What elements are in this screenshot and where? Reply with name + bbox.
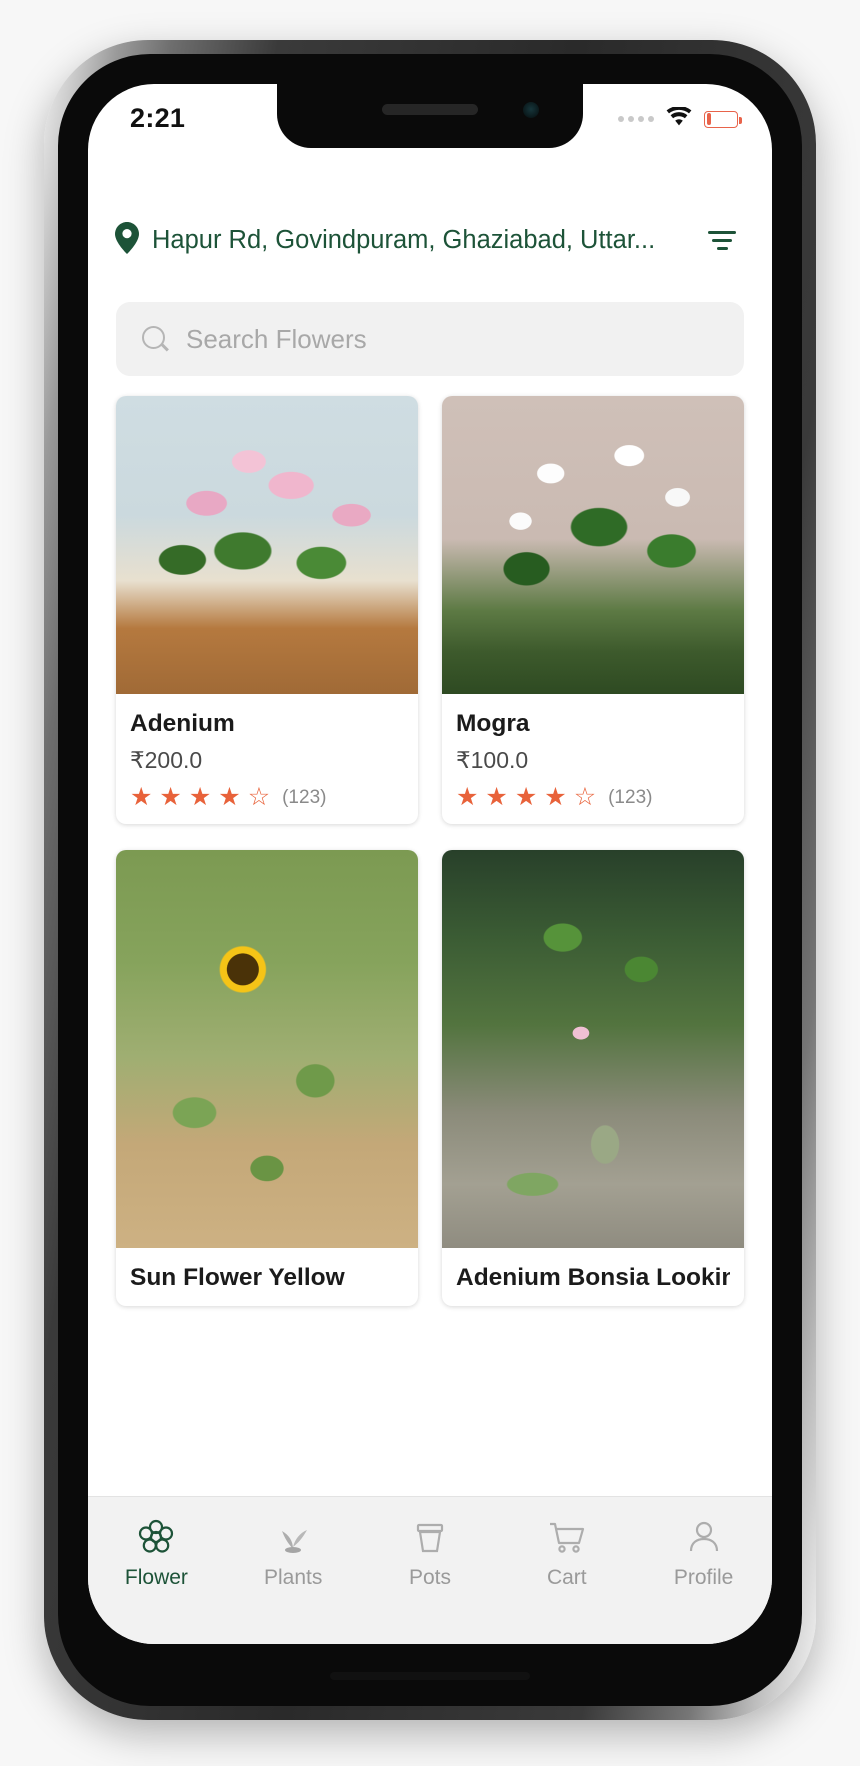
product-title: Mogra (456, 710, 530, 737)
product-rating[interactable]: ★ ★ ★ ★ ☆ (123) (456, 785, 730, 810)
location-address-text: Hapur Rd, Govindpuram, Ghaziabad, Uttar.… (152, 225, 656, 254)
star-filled-icon: ★ (218, 783, 241, 811)
product-title: Adenium Bonsia Looking (456, 1264, 730, 1291)
location-selector[interactable]: Hapur Rd, Govindpuram, Ghaziabad, Uttar.… (114, 221, 700, 260)
nav-item-profile[interactable]: Profile (635, 1517, 772, 1590)
status-indicators (618, 105, 742, 132)
bottom-navigation-bar: Flower Plants Pots Cart Profile (88, 1496, 772, 1644)
star-filled-icon: ★ (456, 783, 479, 811)
search-placeholder-text: Search Flowers (186, 323, 367, 354)
home-indicator[interactable] (330, 1672, 530, 1680)
phone-device-frame: 2:21 Hapur Rd, Govindpuram, Ghaziabad, U… (44, 40, 816, 1720)
nav-item-pots[interactable]: Pots (362, 1517, 499, 1590)
earpiece-speaker (382, 104, 478, 115)
battery-fill (706, 113, 711, 125)
product-card[interactable]: Mogra ₹100.0 ★ ★ ★ ★ ☆ (123) (442, 396, 744, 824)
filter-icon[interactable] (700, 223, 744, 258)
star-empty-icon: ☆ (247, 783, 271, 811)
flower-pot-icon (408, 1517, 452, 1557)
product-rating[interactable]: ★ ★ ★ ★ ☆ (123) (130, 785, 404, 810)
nav-label: Profile (673, 1566, 734, 1589)
product-card[interactable]: Adenium ₹200.0 ★ ★ ★ ★ ☆ (123) (116, 396, 418, 824)
phone-screen: 2:21 Hapur Rd, Govindpuram, Ghaziabad, U… (88, 84, 772, 1644)
product-grid: Adenium ₹200.0 ★ ★ ★ ★ ☆ (123) Mogra ₹10… (88, 376, 772, 1306)
device-notch (277, 84, 583, 148)
star-empty-icon: ☆ (573, 783, 597, 811)
product-info: Mogra ₹100.0 ★ ★ ★ ★ ☆ (123) (442, 694, 744, 824)
nav-item-plants[interactable]: Plants (225, 1517, 362, 1590)
star-filled-icon: ★ (130, 783, 153, 811)
product-info: Adenium Bonsia Looking (442, 1248, 744, 1306)
product-card[interactable]: Adenium Bonsia Looking (442, 850, 744, 1306)
product-image (442, 396, 744, 694)
product-card[interactable]: Sun Flower Yellow (116, 850, 418, 1306)
nav-label: Pots (408, 1566, 451, 1589)
product-image (116, 396, 418, 694)
product-title: Sun Flower Yellow (130, 1264, 345, 1291)
signal-strength-dots-icon (618, 116, 654, 122)
user-person-icon (682, 1517, 726, 1557)
nav-label: Plants (264, 1566, 323, 1589)
product-price: ₹100.0 (456, 747, 529, 773)
product-title: Adenium (130, 710, 235, 737)
star-filled-icon: ★ (514, 783, 538, 811)
product-info: Sun Flower Yellow (116, 1248, 418, 1306)
nav-label: Flower (124, 1566, 188, 1589)
battery-low-icon (704, 110, 742, 128)
review-count: (123) (282, 786, 327, 808)
product-price: ₹200.0 (130, 747, 203, 773)
review-count: (123) (608, 786, 653, 808)
nav-label: Cart (546, 1566, 587, 1589)
map-pin-icon (114, 221, 140, 260)
star-filled-icon: ★ (159, 783, 182, 811)
front-camera-icon (523, 102, 539, 118)
phone-bezel: 2:21 Hapur Rd, Govindpuram, Ghaziabad, U… (58, 54, 802, 1706)
flower-icon (134, 1517, 178, 1557)
nav-item-flower[interactable]: Flower (88, 1517, 225, 1590)
star-filled-icon: ★ (544, 783, 567, 811)
star-filled-icon: ★ (485, 783, 508, 811)
nav-item-cart[interactable]: Cart (498, 1517, 635, 1590)
location-app-bar: Hapur Rd, Govindpuram, Ghaziabad, Uttar.… (88, 192, 772, 288)
shopping-cart-icon (545, 1517, 589, 1557)
wifi-icon (665, 105, 693, 132)
search-input[interactable]: Search Flowers (116, 302, 744, 376)
search-section: Search Flowers (88, 288, 772, 376)
status-clock: 2:21 (130, 102, 186, 133)
seedling-icon (271, 1517, 315, 1557)
product-image (116, 850, 418, 1248)
search-icon (142, 326, 168, 352)
star-filled-icon: ★ (188, 783, 212, 811)
product-image (442, 850, 744, 1248)
product-info: Adenium ₹200.0 ★ ★ ★ ★ ☆ (123) (116, 694, 418, 824)
